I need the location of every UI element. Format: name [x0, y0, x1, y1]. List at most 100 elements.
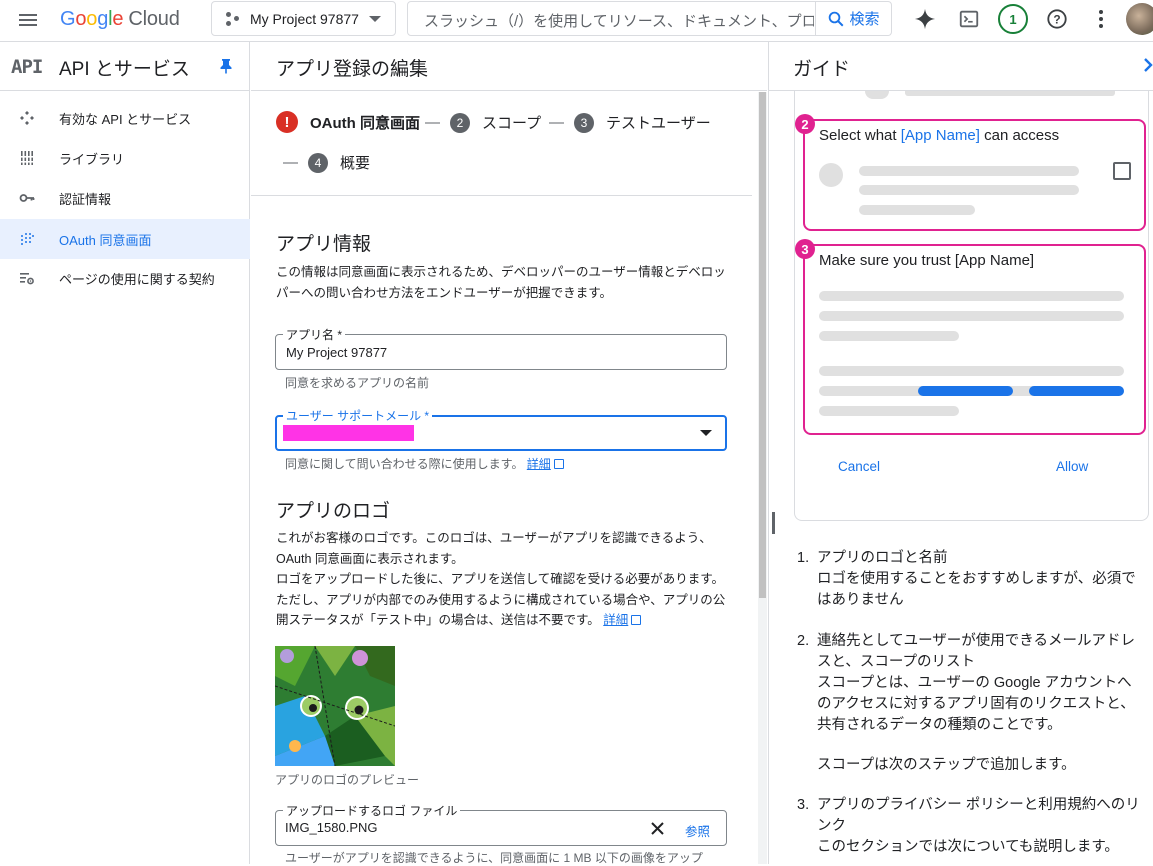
list-number: 3.: [797, 797, 810, 813]
card-title-suffix: can access: [979, 127, 1060, 144]
card-title-prefix: Select what: [819, 127, 901, 144]
main-scrollbar[interactable]: [758, 92, 767, 864]
step-test-users[interactable]: — 3 テストユーザー: [549, 112, 711, 133]
sidebar-item-label: ライブラリ: [59, 151, 125, 167]
main-menu-icon[interactable]: [17, 10, 39, 32]
cloud-shell-icon[interactable]: [956, 6, 982, 32]
step-label: スコープ: [482, 115, 542, 132]
clear-icon[interactable]: [651, 822, 664, 835]
step-connector: —: [549, 114, 564, 131]
list-item-title: 連絡先としてユーザーが使用できるメールアドレスと、スコープのリスト: [817, 633, 1135, 670]
step-connector: —: [283, 154, 298, 171]
logo-upload-field[interactable]: アップロードするロゴ ファイル IMG_1580.PNG 参照: [275, 802, 727, 846]
avatar[interactable]: [1126, 3, 1153, 35]
step-summary[interactable]: — 4 概要: [283, 152, 370, 173]
step-scopes[interactable]: — 2 スコープ: [425, 112, 541, 133]
step-label: テストユーザー: [606, 115, 711, 132]
app-logo-description-2-text: ロゴをアップロードした後に、アプリを送信して確認を受ける必要があります。ただし、…: [276, 572, 726, 627]
api-services-icon: [20, 111, 34, 125]
sidebar-item-oauth-consent[interactable]: OAuth 同意画面: [0, 219, 250, 259]
placeholder-bar: [865, 91, 889, 99]
list-item-body: スコープは次のステップで追加します。: [817, 757, 1076, 773]
pin-icon[interactable]: [219, 58, 233, 74]
sidebar-title: API とサービス: [59, 59, 190, 80]
page-usage-icon: [20, 273, 34, 285]
step-number: 4: [308, 152, 328, 173]
list-number: 2.: [797, 633, 810, 649]
svg-text:?: ?: [1053, 13, 1060, 27]
list-item-title: アプリのロゴと名前: [817, 550, 948, 566]
page-title: アプリ登録の編集: [276, 59, 429, 80]
main-content: アプリ登録の編集 ! OAuth 同意画面 — 2 スコープ — 3 テストユー…: [251, 42, 767, 865]
project-picker[interactable]: My Project 97877: [211, 1, 396, 36]
step-number: 2: [450, 112, 470, 133]
list-item-title: アプリのプライバシー ポリシーと利用規約へのリンク: [817, 797, 1140, 834]
guide-card-access: Select what [App Name] can access: [803, 119, 1146, 231]
search-button-label: 検索: [849, 11, 880, 28]
search-bar[interactable]: スラッシュ（/）を使用してリソース、ドキュメント、プロダクトなどを検索 検索: [407, 1, 892, 36]
sidebar-item-library[interactable]: ライブラリ: [0, 138, 250, 178]
api-logo: API: [11, 56, 43, 78]
app-info-description: この情報は同意画面に表示されるため、デベロッパーのユーザー情報とデベロッパーへの…: [276, 265, 726, 300]
app-logo-description-1: これがお客様のロゴです。このロゴは、ユーザーがアプリを認識できるよう、OAuth…: [276, 531, 712, 566]
logo-upload-filename: IMG_1580.PNG: [285, 820, 378, 835]
guide-card-access-title: Select what [App Name] can access: [819, 127, 1059, 144]
sidebar-item-page-usage[interactable]: ページの使用に関する契約: [0, 258, 250, 298]
illustration-cancel-button: Cancel: [838, 459, 881, 474]
dropdown-arrow-icon: [700, 430, 712, 436]
list-item-body: このセクションでは次についても説明します。: [817, 839, 1119, 855]
placeholder-bar: [819, 331, 959, 341]
project-icon: [226, 11, 240, 26]
app-logo-description: これがお客様のロゴです。このロゴは、ユーザーがアプリを認識できるよう、OAuth…: [276, 528, 726, 631]
sidebar-item-label: ページの使用に関する契約: [59, 271, 215, 287]
key-icon: [19, 194, 35, 202]
error-icon: !: [276, 111, 298, 133]
details-link[interactable]: 詳細: [527, 457, 564, 471]
placeholder-avatar: [819, 163, 843, 187]
logo-details-link[interactable]: 詳細: [603, 613, 642, 627]
sidebar: API API とサービス 有効な API とサービス ライブラリ 認証情報 O…: [0, 42, 250, 864]
support-email-label: ユーザー サポートメール *: [283, 407, 433, 424]
step-label: 概要: [340, 155, 371, 172]
sidebar-item-label: 認証情報: [59, 191, 112, 207]
browse-button[interactable]: 参照: [685, 821, 710, 840]
sidebar-header: API API とサービス: [0, 42, 249, 91]
more-vert-icon[interactable]: [1088, 6, 1114, 32]
search-input[interactable]: スラッシュ（/）を使用してリソース、ドキュメント、プロダクトなどを検索: [424, 10, 814, 31]
guide-step-2-marker: 2: [795, 114, 815, 134]
guide-card-trust: Make sure you trust [App Name]: [803, 244, 1146, 435]
chevron-right-icon[interactable]: [1143, 57, 1153, 73]
redacted-email: [283, 425, 414, 441]
help-icon[interactable]: ?: [1044, 6, 1070, 32]
placeholder-bar: [819, 291, 1124, 301]
sidebar-item-credentials[interactable]: 認証情報: [0, 178, 250, 218]
guide-header: ガイド: [769, 42, 1153, 91]
app-logo-heading: アプリのロゴ: [276, 501, 391, 522]
app-name-hint: 同意を求めるアプリの名前: [285, 376, 430, 390]
consent-screen-illustration: Select what [App Name] can access 2 Make…: [794, 91, 1149, 521]
step-label: OAuth 同意画面: [310, 114, 420, 132]
google-cloud-logo[interactable]: Google Cloud: [60, 8, 180, 31]
scrollbar-thumb[interactable]: [759, 92, 766, 598]
illustration-allow-button: Allow: [1056, 459, 1089, 474]
list-item-body: ロゴを使用することをおすすめしますが、必須ではありません: [817, 571, 1136, 608]
checkbox-icon: [1113, 162, 1131, 180]
step-number: 3: [574, 112, 594, 133]
search-button[interactable]: 検索: [815, 2, 891, 35]
guide-step-3-marker: 3: [795, 239, 815, 259]
app-name-input[interactable]: My Project 97877: [286, 345, 387, 360]
list-item-content: アプリのロゴと名前 ロゴを使用することをおすすめしますが、必須ではありません: [817, 548, 1142, 611]
list-item-content: アプリのプライバシー ポリシーと利用規約へのリンク このセクションでは次について…: [817, 795, 1142, 858]
stepper: ! OAuth 同意画面 — 2 スコープ — 3 テストユーザー — 4 概要: [251, 92, 752, 196]
guide-title: ガイド: [793, 59, 851, 80]
support-email-select[interactable]: ユーザー サポートメール *: [275, 407, 727, 451]
sidebar-item-enabled-apis[interactable]: 有効な API とサービス: [0, 98, 250, 138]
placeholder-bar: [819, 311, 1124, 321]
notifications-badge[interactable]: 1: [998, 4, 1028, 34]
step-oauth-consent[interactable]: ! OAuth 同意画面: [276, 111, 420, 133]
app-name-field[interactable]: アプリ名 * My Project 97877: [275, 326, 727, 370]
main-header: アプリ登録の編集: [251, 42, 767, 91]
card-app-name: [App Name]: [900, 127, 980, 144]
app-logo-description-2: ロゴをアップロードした後に、アプリを送信して確認を受ける必要があります。ただし、…: [276, 569, 726, 631]
gemini-icon[interactable]: [912, 6, 938, 32]
